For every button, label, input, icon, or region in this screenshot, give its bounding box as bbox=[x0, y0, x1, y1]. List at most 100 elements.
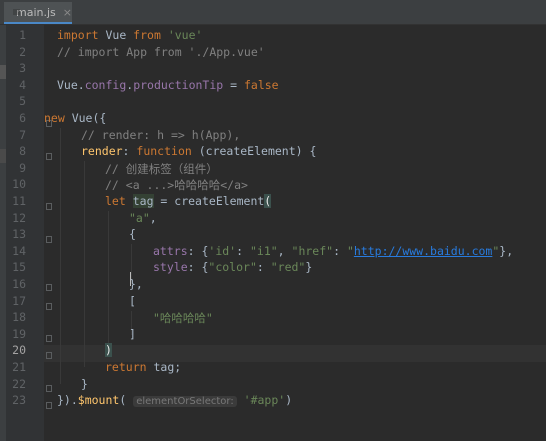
code-line-13[interactable]: { bbox=[129, 227, 136, 241]
property: attrs bbox=[153, 243, 188, 258]
code-line-11[interactable]: let tag = createElement( bbox=[105, 194, 272, 208]
keyword: from bbox=[133, 28, 161, 42]
punctuation: ( bbox=[119, 393, 127, 408]
line-number: 1 bbox=[19, 28, 26, 42]
tab-label: main.js bbox=[16, 5, 56, 19]
line-number: 18 bbox=[12, 310, 26, 325]
line-number: 3 bbox=[19, 61, 26, 76]
string: 'vue' bbox=[167, 28, 203, 42]
line-number-current: 20 bbox=[12, 343, 26, 358]
code-line-7[interactable]: // render: h => h(App), bbox=[81, 128, 240, 142]
line-11: 11 bbox=[0, 194, 546, 211]
line-number: 8 bbox=[19, 144, 26, 159]
code-line-12[interactable]: "a", bbox=[129, 211, 157, 225]
function-call: createElement bbox=[174, 194, 265, 208]
method-name: render bbox=[81, 144, 123, 159]
code-line-10[interactable]: // <a ...>哈哈哈哈</a> bbox=[105, 177, 248, 193]
params: (createElement) { bbox=[191, 144, 317, 159]
close-icon[interactable]: × bbox=[63, 6, 72, 19]
code-line-1[interactable]: import Vue from 'vue' bbox=[57, 28, 202, 42]
operator: = bbox=[153, 194, 175, 208]
string: " bbox=[346, 243, 354, 258]
line-number: 14 bbox=[12, 243, 26, 258]
code-line-9[interactable]: // 创建标签（组件） bbox=[105, 161, 218, 177]
code-line-4[interactable]: Vue.config.productionTip = false bbox=[57, 78, 279, 92]
url-link[interactable]: http://www.baidu.com bbox=[354, 244, 492, 258]
line-13: 13 bbox=[0, 227, 546, 244]
code-line-23[interactable]: }).$mount( elementOrSelector: '#app') bbox=[57, 393, 293, 408]
identifier: Vue bbox=[98, 28, 134, 42]
line-number: 16 bbox=[12, 277, 26, 291]
code-line-21[interactable]: return tag; bbox=[105, 360, 181, 374]
punctuation: : bbox=[333, 243, 347, 258]
code-line-20[interactable]: ) bbox=[105, 343, 112, 358]
line-number: 7 bbox=[19, 127, 26, 142]
string: "red" bbox=[270, 260, 306, 275]
line-number: 15 bbox=[12, 260, 26, 275]
line-16: 16 bbox=[0, 277, 546, 294]
punctuation: : bbox=[122, 144, 137, 159]
text-cursor bbox=[130, 272, 131, 286]
line-number: 19 bbox=[12, 326, 26, 341]
line-number: 21 bbox=[12, 360, 26, 374]
identifier: Vue({ bbox=[64, 111, 107, 125]
code-line-19[interactable]: ] bbox=[129, 327, 136, 341]
line-17: 17 bbox=[0, 294, 546, 311]
keyword: function bbox=[136, 144, 192, 159]
line-3: 3 bbox=[0, 61, 546, 78]
line-number: 17 bbox=[12, 293, 26, 308]
string: "i1" bbox=[249, 243, 278, 258]
code-line-14[interactable]: attrs: {'id': "i1", "href": "http://www.… bbox=[153, 244, 513, 258]
keyword: return bbox=[105, 360, 147, 374]
line-number: 11 bbox=[12, 194, 26, 208]
line-number: 22 bbox=[12, 376, 26, 391]
line-10: 10 bbox=[0, 177, 546, 194]
punctuation: : bbox=[256, 260, 271, 275]
line-19: 19 bbox=[0, 327, 546, 344]
property: config bbox=[84, 77, 127, 92]
punctuation: ) bbox=[285, 393, 293, 408]
string: '#app' bbox=[243, 393, 286, 408]
punctuation: }, bbox=[499, 243, 514, 258]
code-line-22[interactable]: } bbox=[81, 377, 88, 391]
line-number: 5 bbox=[19, 94, 26, 109]
string: "a" bbox=[129, 210, 150, 225]
line-number: 2 bbox=[19, 44, 26, 59]
punctuation: : { bbox=[187, 243, 209, 258]
code-line-8[interactable]: render: function (createElement) { bbox=[81, 144, 316, 158]
line-number: 10 bbox=[12, 177, 26, 192]
property: productionTip bbox=[133, 77, 224, 92]
tab-main-js[interactable]: main.js × bbox=[4, 2, 72, 24]
punctuation: : { bbox=[187, 260, 209, 275]
punctuation: , bbox=[149, 210, 157, 225]
operator: = bbox=[223, 77, 244, 92]
parameter-hint: elementOrSelector: bbox=[133, 396, 237, 408]
keyword: new bbox=[44, 111, 65, 125]
code-line-17[interactable]: [ bbox=[129, 294, 136, 308]
keyword: import bbox=[57, 28, 99, 42]
punctuation: : bbox=[236, 243, 250, 258]
property: style bbox=[153, 260, 188, 275]
editor-tab-bar: main.js × bbox=[0, 0, 546, 25]
punctuation: } bbox=[305, 260, 313, 275]
line-12: 12 bbox=[0, 211, 546, 228]
matched-brace: ) bbox=[105, 343, 112, 358]
line-number: 4 bbox=[19, 77, 26, 92]
code-line-2[interactable]: // import App from './App.vue' bbox=[57, 45, 265, 59]
code-line-6[interactable]: new Vue({ bbox=[44, 111, 106, 125]
method-name: $mount bbox=[77, 393, 120, 408]
matched-brace: ( bbox=[264, 194, 272, 208]
identifier: Vue. bbox=[57, 77, 85, 92]
keyword: let bbox=[105, 194, 126, 208]
line-21: 21 bbox=[0, 360, 546, 377]
keyword: false bbox=[243, 77, 279, 92]
line-number: 9 bbox=[19, 160, 26, 175]
code-line-18[interactable]: "哈哈哈哈" bbox=[153, 310, 213, 326]
line-5: 5 bbox=[0, 94, 546, 111]
line-9: 9 bbox=[0, 161, 546, 178]
code-line-16[interactable]: }, bbox=[129, 277, 143, 291]
line-20: 20 bbox=[0, 343, 546, 360]
code-line-15[interactable]: style: {"color": "red"} bbox=[153, 260, 312, 274]
